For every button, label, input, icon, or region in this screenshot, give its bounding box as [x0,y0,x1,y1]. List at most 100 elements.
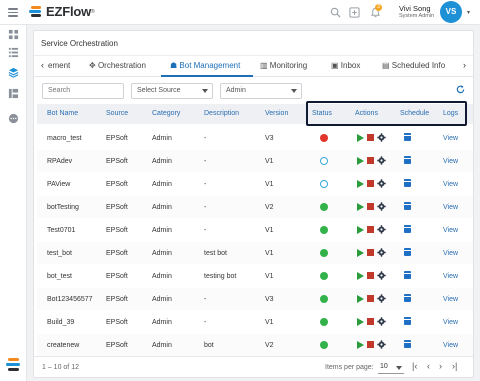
gear-icon[interactable] [377,248,386,257]
first-page-icon[interactable]: |‹ [412,361,417,371]
list-icon[interactable] [8,47,19,58]
description-cell: bot [204,342,214,349]
items-per-page-select[interactable]: 10 [378,360,404,374]
table-row[interactable]: createnew EPSoft Admin bot V2 View [37,334,473,356]
gear-icon[interactable] [377,133,386,142]
gear-icon[interactable] [377,156,386,165]
play-icon[interactable] [357,226,364,234]
gear-icon[interactable] [377,202,386,211]
table-row[interactable]: macro_test EPSoft Admin - V3 View [37,127,473,149]
more-icon[interactable] [8,113,19,124]
stop-icon[interactable] [367,203,374,210]
calendar-icon[interactable] [404,156,411,164]
tab-orchestration[interactable]: ✥ Orchestration [89,61,146,70]
view-logs-link[interactable]: View [443,273,458,280]
view-logs-link[interactable]: View [443,204,458,211]
menu-icon[interactable] [8,8,18,19]
play-icon[interactable] [357,180,364,188]
bot-name-cell: macro_test [47,135,82,142]
stop-icon[interactable] [367,157,374,164]
last-page-icon[interactable]: ›| [452,361,457,371]
view-logs-link[interactable]: View [443,342,458,349]
table-row[interactable]: bot_test EPSoft Admin testing bot V1 View [37,265,473,287]
gear-icon[interactable] [377,340,386,349]
column-header-version[interactable]: Version [265,110,288,117]
bot-name-cell: PAView [47,181,71,188]
stop-icon[interactable] [367,134,374,141]
chevron-right-icon[interactable]: › [463,60,466,70]
table-row[interactable]: Build_39 EPSoft Admin - V1 View [37,311,473,333]
source-select-value: Select Source [137,87,181,94]
tab-scheduled-info[interactable]: ▤ Scheduled Info [382,61,445,70]
plus-square-icon[interactable] [349,7,360,18]
category-select[interactable]: Admin [220,83,302,99]
tab-inbox[interactable]: ▣ Inbox [331,61,360,70]
layers-icon[interactable] [8,67,19,78]
stop-icon[interactable] [367,226,374,233]
play-icon[interactable] [357,134,364,142]
chevron-down-icon[interactable]: ▾ [467,9,470,16]
dashboard-icon[interactable] [8,29,19,40]
chevron-left-icon[interactable]: ‹ [41,60,44,70]
source-cell: EPSoft [106,181,128,188]
column-header-source[interactable]: Source [106,110,128,117]
view-logs-link[interactable]: View [443,227,458,234]
view-logs-link[interactable]: View [443,181,458,188]
view-logs-link[interactable]: View [443,296,458,303]
previous-page-icon[interactable]: ‹ [427,361,430,371]
play-icon[interactable] [357,249,364,257]
view-logs-link[interactable]: View [443,319,458,326]
tab-management[interactable]: ement [48,61,70,70]
view-logs-link[interactable]: View [443,158,458,165]
play-icon[interactable] [357,318,364,326]
calendar-icon[interactable] [404,225,411,233]
gear-icon[interactable] [377,294,386,303]
source-select[interactable]: Select Source [131,83,213,99]
play-icon[interactable] [357,341,364,349]
play-icon[interactable] [357,203,364,211]
gear-icon[interactable] [377,179,386,188]
calendar-icon: ▤ [382,61,390,70]
calendar-icon[interactable] [404,317,411,325]
refresh-icon[interactable] [455,84,466,95]
table-row[interactable]: PAView EPSoft Admin - V1 View [37,173,473,195]
gear-icon[interactable] [377,225,386,234]
gear-icon[interactable] [377,317,386,326]
search-icon[interactable] [330,7,341,18]
next-page-icon[interactable]: › [439,361,442,371]
table-row[interactable]: test_bot EPSoft Admin test bot V1 View [37,242,473,264]
table-row[interactable]: Test0701 EPSoft Admin - V1 View [37,219,473,241]
calendar-icon[interactable] [404,202,411,210]
column-header-bot-name[interactable]: Bot Name [47,110,78,117]
view-logs-link[interactable]: View [443,135,458,142]
play-icon[interactable] [357,272,364,280]
search-input[interactable]: Search [42,83,124,99]
tab-bot-management[interactable]: ☗ Bot Management [170,61,240,70]
avatar[interactable]: VS [440,1,462,23]
calendar-icon[interactable] [404,294,411,302]
brand-icon[interactable] [5,356,21,372]
stop-icon[interactable] [367,341,374,348]
stop-icon[interactable] [367,180,374,187]
calendar-icon[interactable] [404,271,411,279]
play-icon[interactable] [357,295,364,303]
tab-monitoring[interactable]: ▥ Monitoring [260,61,307,70]
bot-network-icon[interactable] [8,88,19,99]
brand-logo[interactable]: EZFlow ® [29,4,95,19]
stop-icon[interactable] [367,318,374,325]
view-logs-link[interactable]: View [443,250,458,257]
calendar-icon[interactable] [404,248,411,256]
table-row[interactable]: botTesting EPSoft Admin - V2 View [37,196,473,218]
table-row[interactable]: RPAdev EPSoft Admin - V1 View [37,150,473,172]
calendar-icon[interactable] [404,179,411,187]
column-header-category[interactable]: Category [152,110,180,117]
play-icon[interactable] [357,157,364,165]
calendar-icon[interactable] [404,340,411,348]
stop-icon[interactable] [367,295,374,302]
column-header-description[interactable]: Description [204,110,239,117]
stop-icon[interactable] [367,272,374,279]
calendar-icon[interactable] [404,133,411,141]
stop-icon[interactable] [367,249,374,256]
table-row[interactable]: Bot123456577 EPSoft Admin - V3 View [37,288,473,310]
gear-icon[interactable] [377,271,386,280]
